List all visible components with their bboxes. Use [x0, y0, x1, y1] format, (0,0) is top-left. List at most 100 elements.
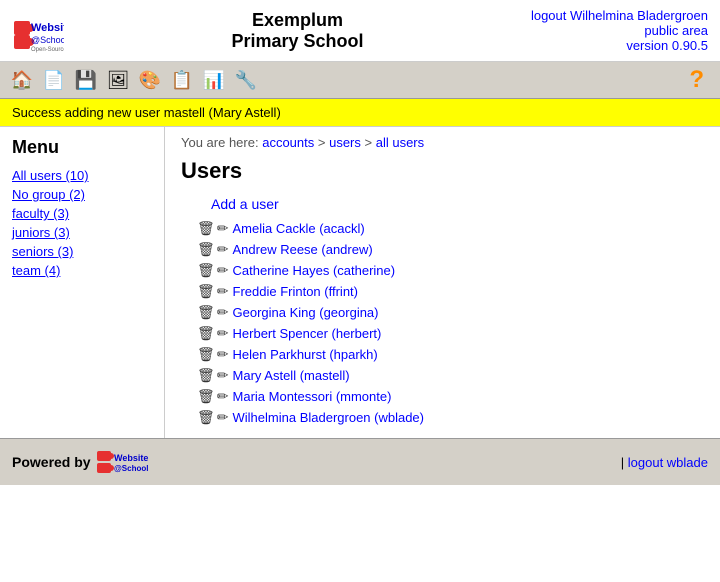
- delete-icon[interactable]: 🗑: [197, 241, 215, 258]
- success-message: Success adding new user mastell (Mary As…: [12, 105, 281, 120]
- user-list-item: 🗑 ✏ Catherine Hayes (catherine): [181, 262, 704, 279]
- image-icon[interactable]: 🖼: [104, 66, 132, 94]
- breadcrumb-all-users[interactable]: all users: [376, 135, 424, 150]
- success-bar: Success adding new user mastell (Mary As…: [0, 99, 720, 127]
- user-link[interactable]: Andrew Reese (andrew): [233, 242, 373, 257]
- edit-icon[interactable]: ✏: [217, 304, 229, 321]
- edit-icon[interactable]: ✏: [217, 325, 229, 342]
- user-item-icons: 🗑 ✏: [197, 409, 229, 426]
- sidebar: Menu All users (10) No group (2) faculty…: [0, 127, 165, 438]
- user-item-icons: 🗑 ✏: [197, 220, 229, 237]
- header: Website @School Open-Source CMS for Scho…: [0, 0, 720, 62]
- toolbar: 🏠 📄 💾 🖼 🎨 📋 📊 🔧 ?: [0, 62, 720, 99]
- palette-icon[interactable]: 🎨: [136, 66, 164, 94]
- footer-logo: Website @School: [97, 447, 197, 477]
- public-area-label: public area: [644, 23, 708, 38]
- settings-icon[interactable]: 🔧: [232, 66, 260, 94]
- logo-puzzle-icon: Website @School Open-Source CMS for Scho…: [12, 9, 64, 53]
- user-list-item: 🗑 ✏ Amelia Cackle (acackl): [181, 220, 704, 237]
- delete-icon[interactable]: 🗑: [197, 262, 215, 279]
- save-icon[interactable]: 💾: [72, 66, 100, 94]
- edit-icon[interactable]: ✏: [217, 262, 229, 279]
- logout-link[interactable]: logout Wilhelmina Bladergroen: [531, 8, 708, 23]
- sidebar-item-faculty[interactable]: faculty (3): [12, 206, 152, 221]
- you-are-here-label: You are here:: [181, 135, 259, 150]
- sidebar-title: Menu: [12, 137, 152, 158]
- svg-text:Open-Source CMS for Schools: Open-Source CMS for Schools: [31, 47, 64, 53]
- footer-powered-by: Powered by Website @School: [12, 447, 197, 477]
- delete-icon[interactable]: 🗑: [197, 283, 215, 300]
- breadcrumb-accounts[interactable]: accounts: [262, 135, 314, 150]
- delete-icon[interactable]: 🗑: [197, 409, 215, 426]
- user-link[interactable]: Amelia Cackle (acackl): [233, 221, 365, 236]
- delete-icon[interactable]: 🗑: [197, 220, 215, 237]
- user-link[interactable]: Herbert Spencer (herbert): [233, 326, 382, 341]
- svg-text:Website: Website: [31, 22, 64, 34]
- user-item-icons: 🗑 ✏: [197, 367, 229, 384]
- sidebar-item-seniors[interactable]: seniors (3): [12, 244, 152, 259]
- user-item-icons: 🗑 ✏: [197, 241, 229, 258]
- svg-text:@School: @School: [31, 35, 64, 45]
- user-link[interactable]: Freddie Frinton (ffrint): [233, 284, 358, 299]
- user-list-item: 🗑 ✏ Maria Montessori (mmonte): [181, 388, 704, 405]
- user-list-item: 🗑 ✏ Mary Astell (mastell): [181, 367, 704, 384]
- user-link[interactable]: Georgina King (georgina): [233, 305, 379, 320]
- user-list-item: 🗑 ✏ Helen Parkhurst (hparkh): [181, 346, 704, 363]
- footer: Powered by Website @School | logout wbla…: [0, 438, 720, 485]
- footer-logout-link[interactable]: logout wblade: [628, 455, 708, 470]
- user-item-icons: 🗑 ✏: [197, 325, 229, 342]
- user-list-item: 🗑 ✏ Freddie Frinton (ffrint): [181, 283, 704, 300]
- user-list-item: 🗑 ✏ Wilhelmina Bladergroen (wblade): [181, 409, 704, 426]
- add-user-link[interactable]: Add a user: [211, 196, 704, 212]
- user-list: 🗑 ✏ Amelia Cackle (acackl) 🗑 ✏ Andrew Re…: [181, 220, 704, 426]
- delete-icon[interactable]: 🗑: [197, 367, 215, 384]
- edit-icon[interactable]: ✏: [217, 220, 229, 237]
- sidebar-item-no-group[interactable]: No group (2): [12, 187, 152, 202]
- svg-text:Website: Website: [114, 453, 148, 463]
- svg-text:@School: @School: [114, 464, 148, 473]
- delete-icon[interactable]: 🗑: [197, 388, 215, 405]
- user-item-icons: 🗑 ✏: [197, 388, 229, 405]
- user-link[interactable]: Catherine Hayes (catherine): [233, 263, 396, 278]
- user-list-item: 🗑 ✏ Georgina King (georgina): [181, 304, 704, 321]
- user-item-icons: 🗑 ✏: [197, 304, 229, 321]
- edit-icon[interactable]: ✏: [217, 283, 229, 300]
- user-link[interactable]: Helen Parkhurst (hparkh): [233, 347, 378, 362]
- sidebar-item-all-users[interactable]: All users (10): [12, 168, 152, 183]
- edit-icon[interactable]: ✏: [217, 241, 229, 258]
- logout-area: logout Wilhelmina Bladergroen public are…: [531, 8, 708, 53]
- footer-right: | logout wblade: [621, 455, 708, 470]
- user-list-item: 🗑 ✏ Herbert Spencer (herbert): [181, 325, 704, 342]
- content-area: You are here: accounts > users > all use…: [165, 127, 720, 438]
- page-icon[interactable]: 📄: [40, 66, 68, 94]
- user-link[interactable]: Mary Astell (mastell): [233, 368, 350, 383]
- user-item-icons: 🗑 ✏: [197, 262, 229, 279]
- home-icon[interactable]: 🏠: [8, 66, 36, 94]
- toolbar-icons: 🏠 📄 💾 🖼 🎨 📋 📊 🔧: [8, 66, 260, 94]
- user-list-item: 🗑 ✏ Andrew Reese (andrew): [181, 241, 704, 258]
- page-title: Users: [181, 158, 704, 184]
- logo-area: Website @School Open-Source CMS for Scho…: [12, 9, 64, 53]
- user-link[interactable]: Wilhelmina Bladergroen (wblade): [233, 410, 424, 425]
- chart-icon[interactable]: 📊: [200, 66, 228, 94]
- delete-icon[interactable]: 🗑: [197, 325, 215, 342]
- help-button[interactable]: ?: [689, 66, 712, 94]
- main-layout: Menu All users (10) No group (2) faculty…: [0, 127, 720, 438]
- site-title: Exemplum Primary School: [64, 10, 531, 52]
- user-item-icons: 🗑 ✏: [197, 346, 229, 363]
- powered-by-label: Powered by: [12, 454, 91, 470]
- version-label: version 0.90.5: [626, 38, 708, 53]
- user-item-icons: 🗑 ✏: [197, 283, 229, 300]
- edit-icon[interactable]: ✏: [217, 367, 229, 384]
- sidebar-item-juniors[interactable]: juniors (3): [12, 225, 152, 240]
- edit-icon[interactable]: ✏: [217, 409, 229, 426]
- checklist-icon[interactable]: 📋: [168, 66, 196, 94]
- delete-icon[interactable]: 🗑: [197, 304, 215, 321]
- edit-icon[interactable]: ✏: [217, 388, 229, 405]
- breadcrumb: You are here: accounts > users > all use…: [181, 135, 704, 150]
- edit-icon[interactable]: ✏: [217, 346, 229, 363]
- delete-icon[interactable]: 🗑: [197, 346, 215, 363]
- breadcrumb-users[interactable]: users: [329, 135, 361, 150]
- user-link[interactable]: Maria Montessori (mmonte): [233, 389, 392, 404]
- sidebar-item-team[interactable]: team (4): [12, 263, 152, 278]
